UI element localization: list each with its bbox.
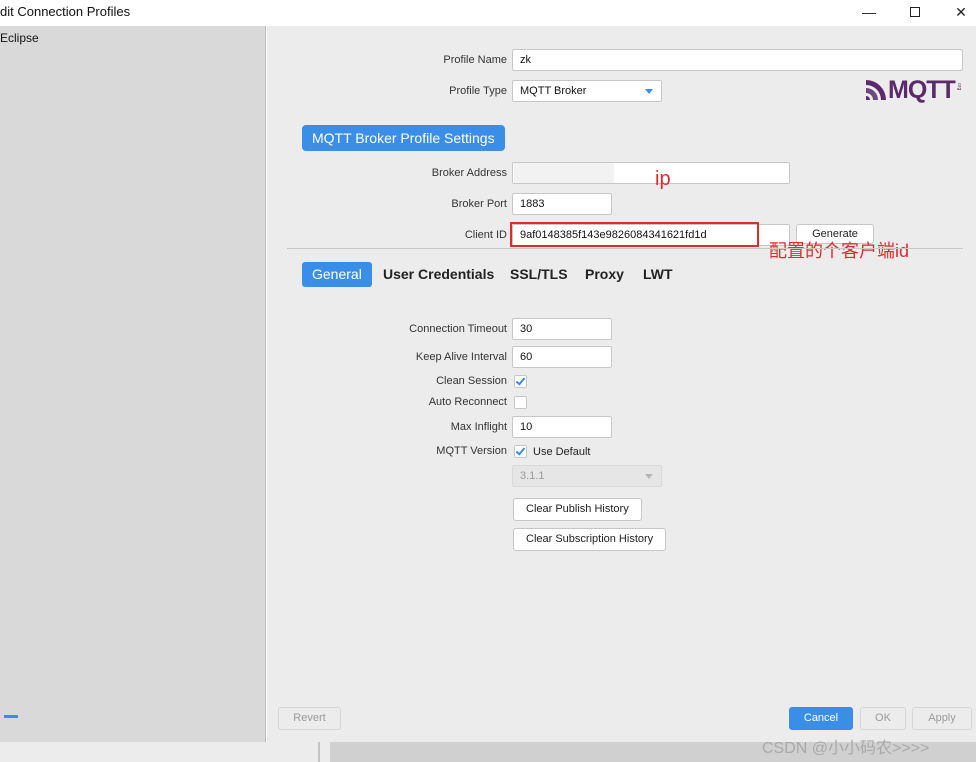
checkmark-icon	[515, 445, 526, 456]
client-id-label: Client ID	[464, 229, 507, 241]
broker-settings-heading: MQTT Broker Profile Settings	[302, 125, 505, 151]
profile-type-value: MQTT Broker	[520, 85, 587, 97]
tab-ssl-tls[interactable]: SSL/TLS	[500, 262, 578, 287]
ok-button[interactable]: OK	[860, 707, 906, 730]
auto-reconnect-label: Auto Reconnect	[428, 396, 507, 408]
watermark: CSDN @小小码农>>>>	[762, 740, 930, 757]
remove-profile-button[interactable]	[4, 715, 18, 718]
profile-name-label: Profile Name	[443, 54, 507, 66]
title-bar: dit Connection Profiles — ✕	[0, 0, 976, 26]
broker-port-input[interactable]: 1883	[512, 193, 612, 215]
mqtt-version-label: MQTT Version	[436, 445, 507, 457]
revert-button[interactable]: Revert	[278, 707, 341, 730]
connection-timeout-input[interactable]: 30	[512, 318, 612, 340]
annotation-client-id: 配置的个客户端id	[769, 241, 910, 261]
client-id-input[interactable]: 9af0148385f143e9826084341621fd1d	[512, 224, 790, 246]
maximize-button[interactable]	[892, 0, 938, 26]
profile-type-select[interactable]: MQTT Broker	[512, 80, 662, 102]
sidebar-item-eclipse[interactable]: Eclipse	[0, 31, 39, 45]
auto-reconnect-checkbox[interactable]	[514, 396, 527, 409]
chevron-down-icon	[645, 89, 653, 94]
tab-lwt[interactable]: LWT	[633, 262, 683, 287]
redacted-address	[514, 163, 614, 183]
use-default-checkbox[interactable]	[514, 445, 527, 458]
tab-user-credentials[interactable]: User Credentials	[373, 262, 504, 287]
logo-sub: org	[956, 83, 962, 91]
mqtt-logo: MQTT org	[864, 76, 964, 104]
clear-subscription-history-button[interactable]: Clear Subscription History	[513, 528, 667, 551]
section-divider	[287, 248, 963, 249]
mqtt-waves-icon	[866, 80, 886, 100]
broker-port-label: Broker Port	[451, 198, 507, 210]
apply-button[interactable]: Apply	[912, 707, 972, 730]
max-inflight-label: Max Inflight	[450, 421, 507, 433]
connection-timeout-label: Connection Timeout	[409, 323, 507, 335]
logo-text: MQTT	[888, 76, 956, 104]
profile-type-label: Profile Type	[449, 85, 507, 97]
use-default-label: Use Default	[533, 446, 591, 458]
clear-publish-history-button[interactable]: Clear Publish History	[513, 498, 642, 521]
profile-name-input[interactable]: zk	[512, 49, 963, 71]
broker-address-label: Broker Address	[431, 167, 507, 179]
checkmark-icon	[515, 375, 526, 386]
mqtt-version-select[interactable]: 3.1.1	[512, 465, 662, 487]
chevron-down-icon	[645, 474, 653, 479]
clean-session-checkbox[interactable]	[514, 375, 527, 388]
cancel-button[interactable]: Cancel	[789, 707, 853, 730]
keep-alive-input[interactable]: 60	[512, 346, 612, 368]
max-inflight-input[interactable]: 10	[512, 416, 612, 438]
close-button[interactable]: ✕	[938, 0, 976, 26]
clean-session-label: Clean Session	[436, 375, 507, 387]
minimize-button[interactable]: —	[846, 0, 892, 26]
profile-settings-pane: Profile Name zk Profile Type MQTT Broker…	[267, 26, 976, 742]
tab-general[interactable]: General	[302, 262, 372, 287]
tab-proxy[interactable]: Proxy	[575, 262, 634, 287]
profiles-sidebar: Eclipse	[0, 26, 266, 742]
maximize-icon	[910, 7, 920, 17]
mqtt-version-value: 3.1.1	[520, 470, 545, 482]
bottom-separator	[318, 742, 320, 762]
window-title: dit Connection Profiles	[0, 4, 131, 19]
keep-alive-label: Keep Alive Interval	[415, 351, 507, 363]
annotation-ip: ip	[655, 168, 671, 190]
